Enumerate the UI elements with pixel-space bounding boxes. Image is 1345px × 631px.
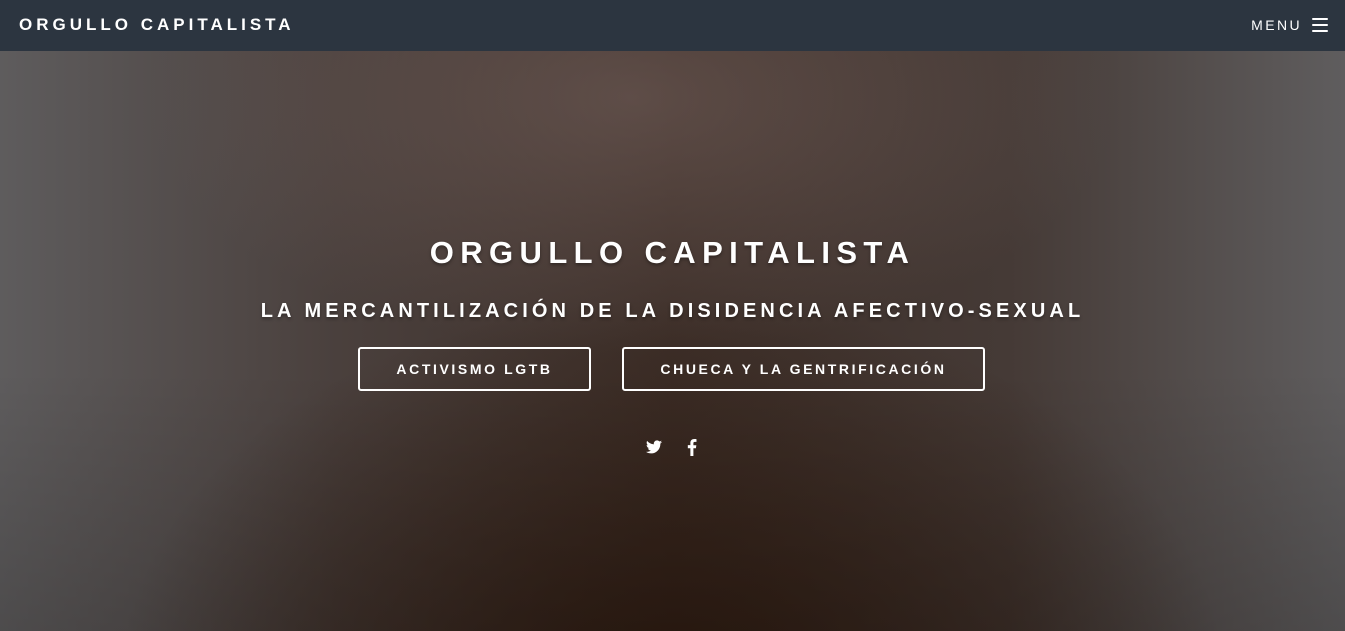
social-links [0,437,1345,457]
hero-title: ORGULLO CAPITALISTA [429,235,916,270]
hero-subtitle: LA MERCANTILIZACIÓN DE LA DISIDENCIA AFE… [260,300,1085,322]
facebook-icon[interactable] [683,437,701,457]
hero-background-overlay [0,51,1345,631]
top-navbar: ORGULLO CAPITALISTA MENU [0,0,1345,51]
activismo-lgtb-button[interactable]: ACTIVISMO LGTB [358,347,591,391]
hamburger-icon [1312,18,1328,32]
chueca-gentrificacion-button[interactable]: CHUECA Y LA GENTRIFICACIÓN [622,347,985,391]
twitter-icon[interactable] [645,437,663,457]
brand-link[interactable]: ORGULLO CAPITALISTA [19,15,295,35]
menu-button[interactable]: MENU [1251,17,1328,33]
hero-section: ORGULLO CAPITALISTA LA MERCANTILIZACIÓN … [0,51,1345,631]
menu-label: MENU [1251,17,1302,33]
